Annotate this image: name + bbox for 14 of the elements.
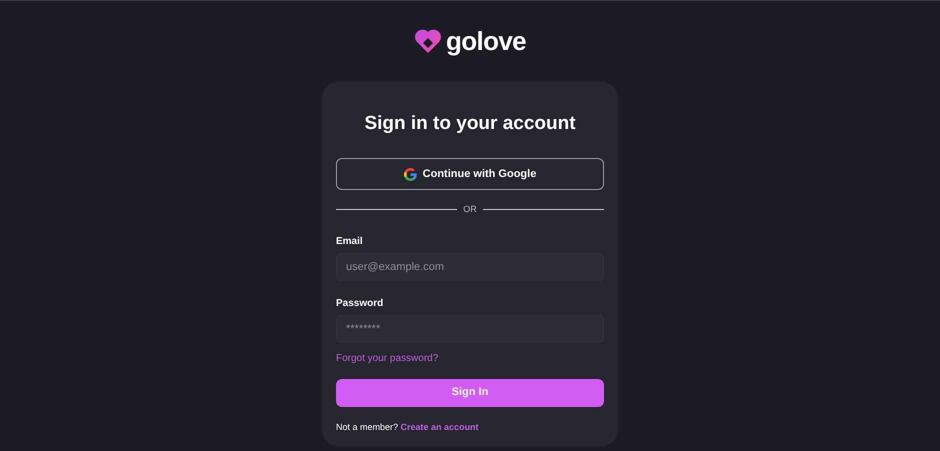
field-label: Email (336, 234, 364, 248)
signup-prompt: Not a member? Create an account (336, 420, 480, 434)
input-field[interactable]: ******** (336, 314, 604, 342)
divider-label: OR (463, 203, 477, 216)
heart-logo-icon (414, 27, 442, 55)
card-title: Sign in to your account (363, 112, 577, 136)
logo-text: golove (446, 28, 526, 54)
sign-in-button[interactable]: Sign In (336, 378, 604, 406)
input-field[interactable]: user@example.com (336, 252, 604, 280)
create-account-link[interactable]: Create an account (400, 422, 479, 432)
field-label: Password (336, 296, 384, 310)
google-icon (404, 168, 417, 180)
forgot-password-link[interactable]: Forgot your password? (336, 350, 438, 366)
google-button[interactable]: Continue with Google (336, 158, 604, 190)
